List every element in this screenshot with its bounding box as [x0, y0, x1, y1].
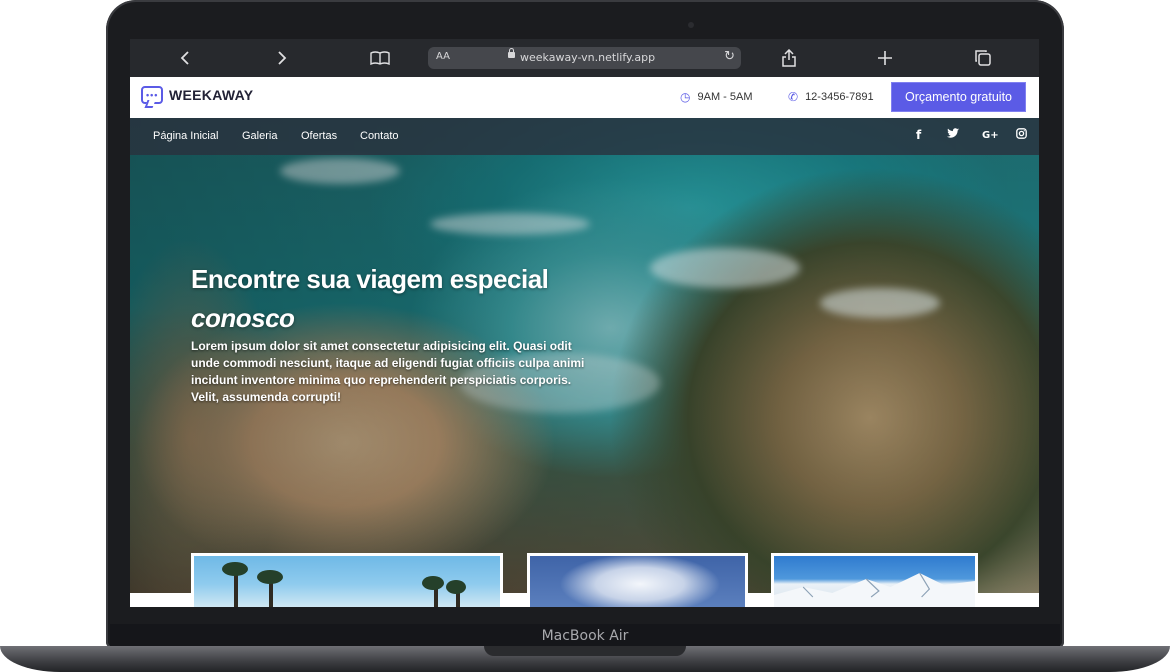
opening-hours: ◷ 9AM - 5AM	[680, 90, 753, 104]
browser-toolbar: AA weekaway-vn.netlify.app ↻	[130, 39, 1039, 77]
palm-frond	[446, 580, 466, 594]
phone-text: 12-3456-7891	[805, 91, 874, 103]
hours-text: 9AM - 5AM	[697, 91, 753, 103]
chevron-left-icon	[180, 51, 189, 65]
main-nav: Página Inicial Galeria Ofertas Contato f…	[130, 118, 1039, 155]
camera	[688, 22, 694, 28]
back-button[interactable]	[174, 39, 196, 77]
palm-frond	[422, 576, 444, 590]
laptop-chin: MacBook Air	[110, 624, 1060, 648]
brand-name: WEEKAWAY	[169, 87, 254, 103]
device-label: MacBook Air	[541, 628, 629, 644]
new-tab-button[interactable]	[875, 39, 895, 77]
reload-icon[interactable]: ↻	[724, 49, 735, 64]
destination-card-mountains[interactable]	[771, 553, 978, 607]
hero-description: Lorem ipsum dolor sit amet consectetur a…	[191, 339, 585, 404]
url-value: weekaway-vn.netlify.app	[520, 51, 656, 64]
plus-icon	[878, 51, 892, 65]
phone-contact[interactable]: ✆ 12-3456-7891	[788, 90, 874, 104]
nav-item-offers[interactable]: Ofertas	[301, 130, 337, 142]
address-bar[interactable]: AA weekaway-vn.netlify.app ↻	[428, 47, 741, 69]
screen: AA weekaway-vn.netlify.app ↻ ••• WEEKAWA…	[130, 39, 1039, 607]
tabs-icon	[975, 50, 991, 66]
destination-card-tropical[interactable]	[191, 553, 503, 607]
hero-section: Página Inicial Galeria Ofertas Contato f…	[130, 118, 1039, 593]
brand-logo[interactable]: ••• WEEKAWAY	[141, 86, 253, 104]
hero-title-line1: Encontre sua viagem especial	[191, 264, 549, 294]
book-icon	[370, 51, 390, 65]
chat-bubble-icon: •••	[141, 86, 163, 104]
laptop-notch	[484, 646, 686, 656]
twitter-icon[interactable]	[947, 128, 959, 142]
lock-icon	[508, 48, 515, 58]
mountain-shape	[774, 572, 975, 607]
nav-item-gallery[interactable]: Galeria	[242, 130, 277, 142]
reader-font-button[interactable]: AA	[436, 51, 450, 62]
nav-item-contact[interactable]: Contato	[360, 130, 399, 142]
free-quote-button[interactable]: Orçamento gratuito	[891, 82, 1026, 112]
nav-item-home[interactable]: Página Inicial	[153, 130, 218, 142]
bookmarks-button[interactable]	[368, 39, 392, 77]
instagram-icon[interactable]	[1016, 128, 1027, 142]
url-text: weekaway-vn.netlify.app	[508, 48, 656, 64]
palm-frond	[222, 562, 248, 576]
destination-card-clouds[interactable]	[527, 553, 748, 607]
chevron-right-icon	[278, 51, 287, 65]
hero-title: Encontre sua viagem especial conosco	[191, 260, 651, 338]
site-header: ••• WEEKAWAY ◷ 9AM - 5AM ✆ 12-3456-7891 …	[130, 77, 1039, 119]
phone-icon: ✆	[788, 90, 799, 104]
forward-button[interactable]	[271, 39, 293, 77]
share-button[interactable]	[779, 39, 799, 77]
hero-title-line2: conosco	[191, 303, 295, 333]
facebook-icon[interactable]: f	[916, 128, 921, 142]
palm-frond	[257, 570, 283, 584]
clock-icon: ◷	[680, 90, 691, 104]
google-plus-icon[interactable]: G+	[982, 130, 999, 141]
tabs-button[interactable]	[973, 39, 993, 77]
share-icon	[782, 49, 796, 67]
